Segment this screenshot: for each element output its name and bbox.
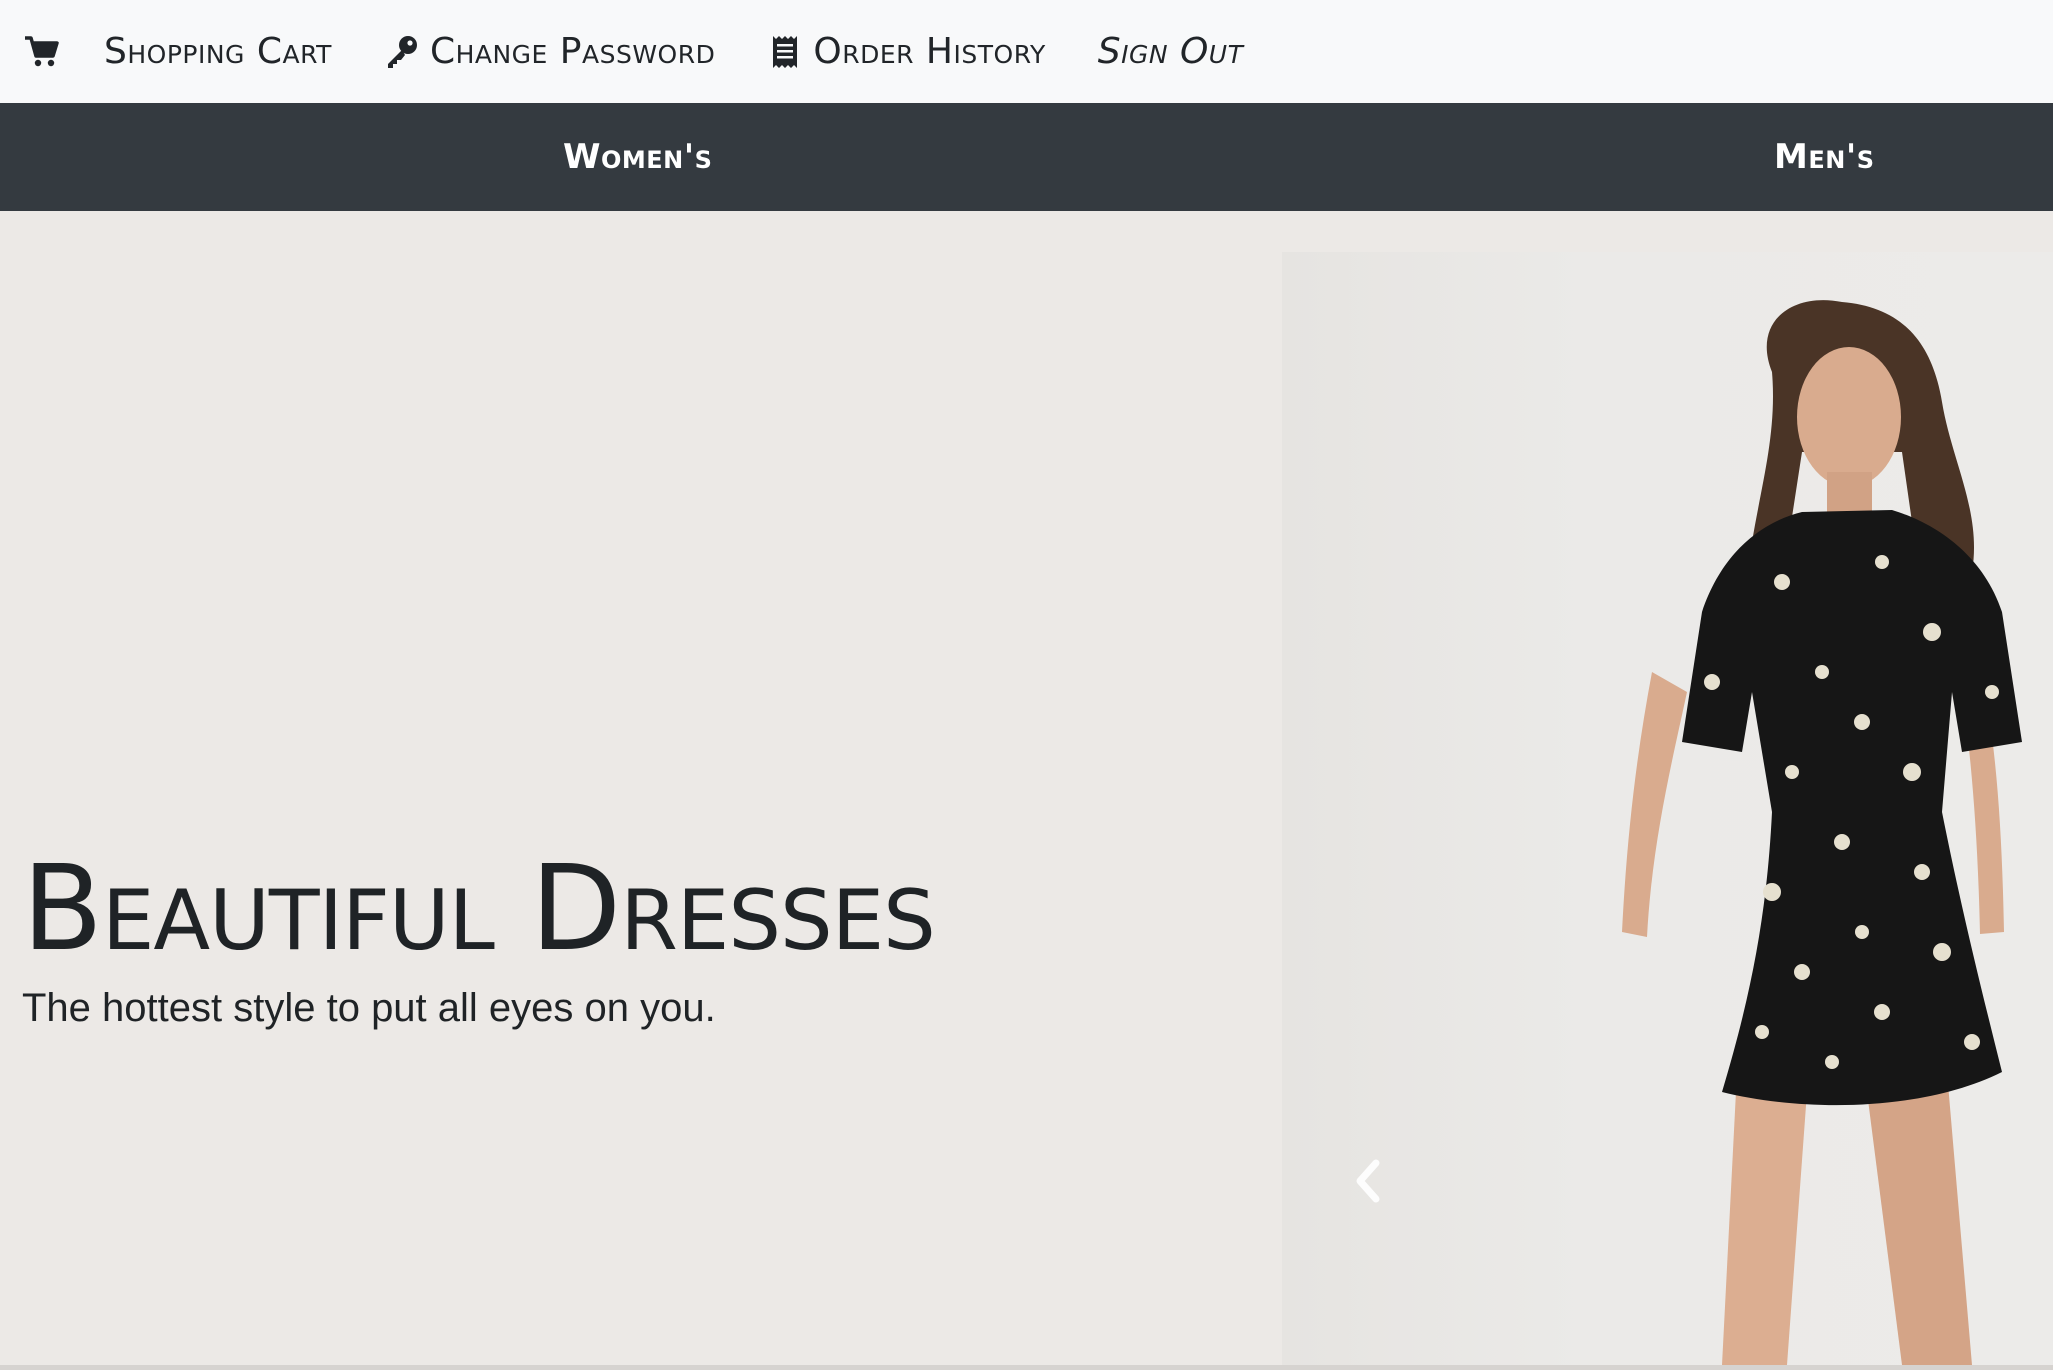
mens-category-link[interactable]: Men's	[1774, 103, 1875, 211]
receipt-icon	[767, 34, 803, 70]
category-navbar: Women's Men's	[0, 103, 2053, 211]
shopping-cart-link[interactable]: Shopping Cart	[104, 31, 332, 72]
hero-title: Beautiful Dresses	[22, 839, 936, 977]
order-history-label: Order History	[813, 31, 1046, 72]
cart-icon-link[interactable]	[24, 34, 70, 70]
hero-carousel: Beautiful Dresses The hottest style to p…	[0, 211, 2053, 1365]
order-history-link[interactable]: Order History	[767, 31, 1045, 72]
hero-model-photo	[1282, 252, 2053, 1365]
sign-out-link[interactable]: Sign Out	[1098, 31, 1244, 72]
womens-category-link[interactable]: Women's	[563, 103, 712, 211]
top-navbar: Shopping Cart Change Password Order Hist…	[0, 0, 2053, 103]
shopping-cart-icon	[24, 34, 60, 70]
carousel-prev-button[interactable]	[1352, 1159, 1382, 1203]
change-password-label: Change Password	[429, 31, 716, 72]
hero-bottom-divider	[0, 1365, 2053, 1370]
hero-subtitle: The hottest style to put all eyes on you…	[22, 986, 716, 1030]
chevron-left-icon	[1356, 1159, 1380, 1203]
key-icon	[384, 34, 420, 70]
change-password-link[interactable]: Change Password	[384, 31, 715, 72]
shopping-cart-label: Shopping Cart	[104, 31, 332, 72]
sign-out-label: Sign Out	[1097, 31, 1244, 72]
